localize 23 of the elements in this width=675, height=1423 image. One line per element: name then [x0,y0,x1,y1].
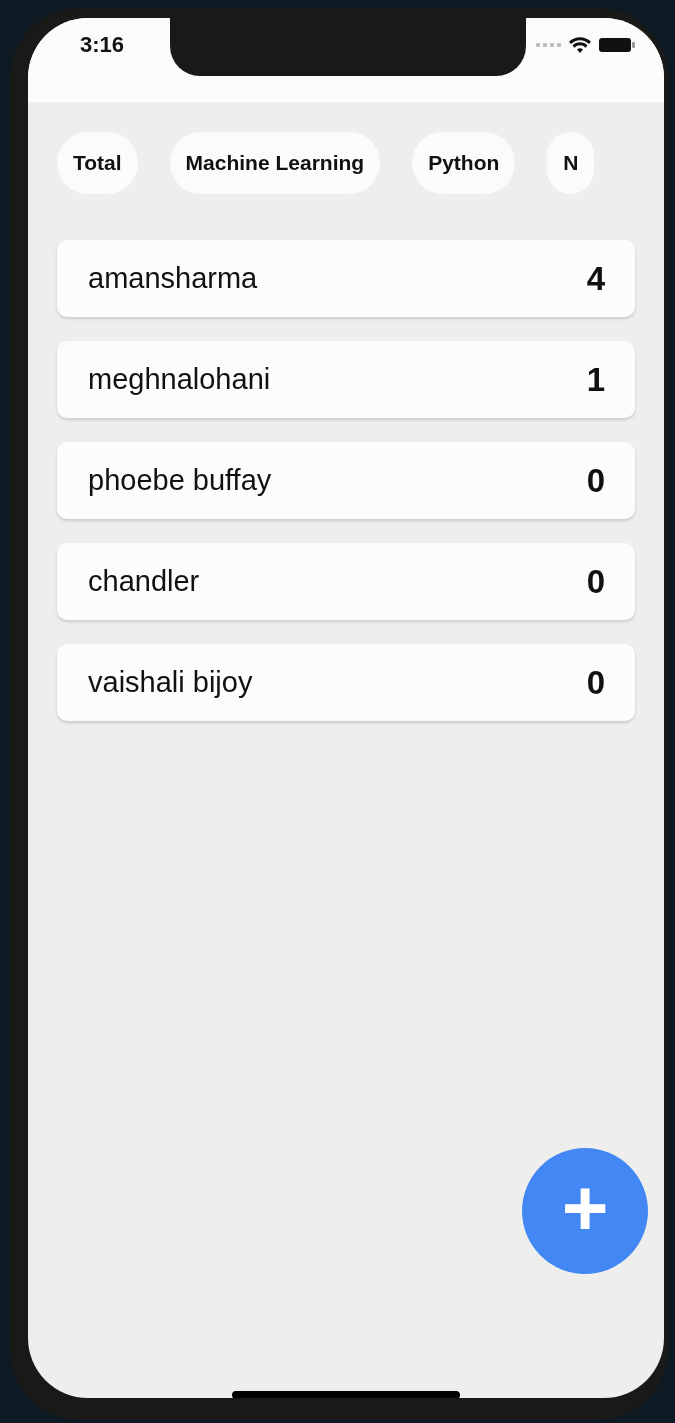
category-chip[interactable]: Python [412,132,516,194]
category-chip[interactable]: Total [57,132,138,194]
user-name: meghnalohani [88,363,271,396]
battery-icon [598,36,636,54]
signal-icon [536,42,562,48]
user-count: 0 [586,663,605,702]
user-card[interactable]: meghnalohani 1 [57,341,635,418]
category-chip[interactable]: Machine Learning [169,132,381,194]
user-count: 0 [586,562,605,601]
user-card[interactable]: phoebe buffay 0 [57,442,635,519]
wifi-icon [568,36,592,54]
user-card[interactable]: chandler 0 [57,543,635,620]
user-name: phoebe buffay [88,464,272,497]
user-name: amansharma [88,262,258,295]
user-card[interactable]: amansharma 4 [57,240,635,317]
user-count: 1 [586,360,605,399]
status-time: 3:16 [80,32,125,58]
user-count: 0 [586,461,605,500]
user-name: vaishali bijoy [88,666,253,699]
category-chip[interactable]: N [547,132,595,194]
user-card[interactable]: vaishali bijoy 0 [57,644,635,721]
user-name: chandler [88,565,200,598]
user-count: 4 [586,259,605,298]
